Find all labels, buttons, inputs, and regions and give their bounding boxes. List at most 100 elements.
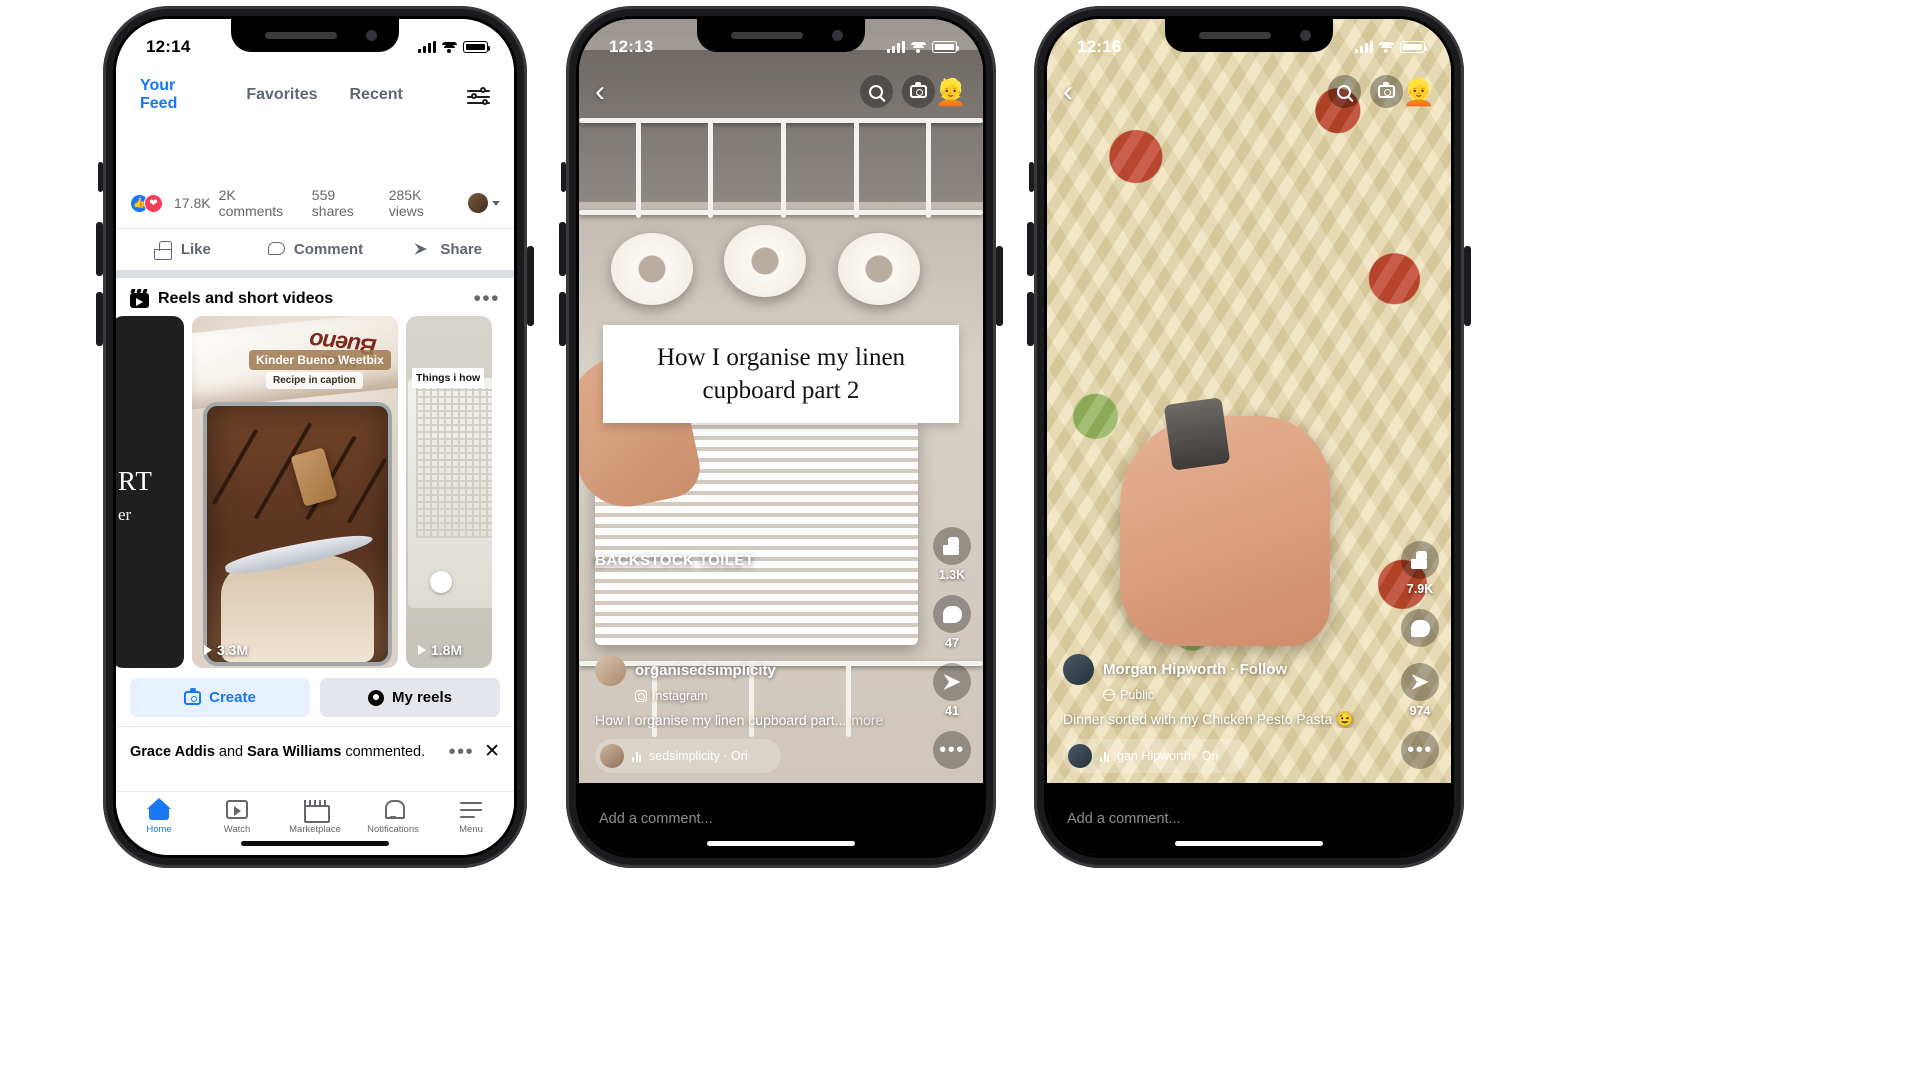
notice-name-1: Grace Addis — [130, 743, 215, 760]
tab-your-feed[interactable]: Your Feed — [140, 77, 214, 117]
avatar — [468, 193, 488, 213]
reel-audio-chip[interactable]: sedsimplicity · Ori — [595, 739, 781, 773]
my-reels-label: My reels — [391, 689, 453, 706]
reel-comment-button[interactable] — [1401, 609, 1439, 650]
reel-info-block: organisedsimplicity Instagram How I orga… — [579, 655, 917, 773]
reels-overflow-button[interactable]: ••• — [473, 288, 500, 309]
reel-share-button[interactable]: 974 — [1401, 663, 1439, 718]
nav-item-notifications[interactable]: Notifications — [354, 798, 432, 835]
play-icon — [418, 645, 426, 655]
reel-caption[interactable]: Dinner sorted with my Chicken Pesto Past… — [1063, 711, 1369, 728]
camera-button[interactable] — [901, 75, 935, 108]
watch-video-icon — [225, 798, 249, 821]
profile-avatar[interactable]: 👱 — [935, 79, 967, 105]
search-button[interactable] — [1327, 75, 1361, 108]
audio-avatar — [1068, 744, 1092, 768]
more-options-icon: ••• — [939, 739, 965, 761]
comment-notice-banner[interactable]: Grace Addis and Sara Williams commented.… — [116, 726, 514, 776]
reel-author-name[interactable]: Morgan Hipworth · Follow — [1103, 661, 1287, 678]
notice-conjunction: and — [214, 743, 248, 760]
nav-item-menu[interactable]: Menu — [432, 798, 510, 835]
reaction-count[interactable]: 17.8K — [174, 195, 211, 211]
reel-author-name[interactable]: organisedsimplicity — [635, 662, 776, 679]
tab-recent[interactable]: Recent — [349, 86, 402, 108]
home-icon — [147, 798, 171, 821]
nav-item-watch[interactable]: Watch — [198, 798, 276, 835]
reel-overlay-line1: RT — [118, 466, 153, 496]
view-count[interactable]: 285K views — [389, 187, 460, 219]
home-indicator — [707, 841, 855, 846]
user-circle-icon — [367, 689, 384, 706]
phone1-power-button[interactable] — [527, 246, 534, 326]
facebook-feed: Your Feed Favorites Recent 👍 ❤ 17.8K 2K … — [116, 19, 514, 855]
nav-item-marketplace[interactable]: Marketplace — [276, 798, 354, 835]
phone1-screen: 12:14 Your Feed Favorites Recent 👍 ❤ 17.… — [116, 19, 514, 855]
nav-label: Marketplace — [289, 824, 341, 835]
comment-count[interactable]: 2K comments — [219, 187, 304, 219]
reel-more-button[interactable]: ••• — [1401, 731, 1439, 769]
like-button[interactable]: Like — [116, 229, 249, 270]
avatar[interactable] — [595, 655, 626, 686]
audio-title: gan Hipworth · Ori — [1117, 749, 1219, 763]
phone3-volume-down[interactable] — [1027, 292, 1034, 346]
reels-section-header: Reels and short videos ••• — [116, 278, 514, 316]
reel-like-button[interactable]: 7.9K — [1401, 541, 1439, 596]
nav-item-home[interactable]: Home — [120, 798, 198, 835]
reel-info-block: Morgan Hipworth · Follow Public Dinner s… — [1047, 654, 1385, 773]
camera-button[interactable] — [1369, 75, 1403, 108]
play-icon — [204, 645, 212, 655]
phone-device-1: 12:14 Your Feed Favorites Recent 👍 ❤ 17.… — [103, 6, 527, 868]
close-icon[interactable]: ✕ — [484, 740, 500, 763]
phone3-power-button[interactable] — [1464, 246, 1471, 326]
post-media-area — [116, 117, 514, 183]
sliders-icon[interactable] — [466, 85, 490, 109]
share-count: 974 — [1409, 704, 1431, 718]
like-count: 1.3K — [938, 568, 966, 582]
avatar[interactable] — [1063, 654, 1094, 685]
reel-action-rail: 7.9K 974 ••• — [1401, 541, 1439, 769]
search-button[interactable] — [859, 75, 893, 108]
home-indicator — [1175, 841, 1323, 846]
caption-more-link[interactable]: more — [851, 712, 883, 728]
chevron-down-icon[interactable] — [492, 200, 500, 206]
love-reaction-icon: ❤ — [144, 193, 163, 213]
create-reel-button[interactable]: Create — [130, 678, 310, 717]
post-engagement-row: 👍 ❤ 17.8K 2K comments 559 shares 285K vi… — [116, 183, 514, 228]
phone2-power-button[interactable] — [996, 246, 1003, 326]
reel-caption[interactable]: How I organise my linen cupboard part...… — [595, 712, 901, 728]
reels-carousel[interactable]: RT er Bueno kinder — [116, 316, 514, 668]
reel-card[interactable]: Bueno kinder — [192, 316, 398, 668]
phone1-volume-up[interactable] — [96, 222, 103, 276]
reel-audio-chip[interactable]: gan Hipworth · Ori — [1063, 739, 1249, 773]
share-button[interactable]: Share — [381, 229, 514, 270]
reel-more-button[interactable]: ••• — [933, 731, 971, 769]
audio-avatar — [600, 744, 624, 768]
reel-comment-button[interactable]: 47 — [933, 595, 971, 650]
phone2-volume-up[interactable] — [559, 222, 566, 276]
back-button[interactable]: ‹ — [595, 76, 605, 107]
phone1-volume-down[interactable] — [96, 292, 103, 346]
profile-avatar[interactable]: 👱 — [1403, 79, 1435, 105]
reel-label-overlay: BACKSTOCK TOILET — [595, 552, 755, 570]
phone2-volume-down[interactable] — [559, 292, 566, 346]
reel-card[interactable]: Things i how 1.8M — [406, 316, 492, 668]
comment-count: 47 — [945, 636, 959, 650]
tab-favorites[interactable]: Favorites — [246, 86, 317, 108]
share-count: 41 — [945, 704, 959, 718]
comment-button[interactable]: Comment — [249, 229, 382, 270]
share-count[interactable]: 559 shares — [312, 187, 381, 219]
reel-share-button[interactable]: 41 — [933, 663, 971, 718]
phone-device-2: 12:13 How I organise my linen cupboard p… — [566, 6, 996, 868]
comment-label: Comment — [293, 241, 364, 258]
notice-overflow-button[interactable]: ••• — [449, 742, 475, 762]
reel-viewer-3: ‹ 👱 7.9K 974 ••• Morgan Hipworth · Follo… — [1047, 19, 1451, 855]
reel-card[interactable]: RT er — [116, 316, 184, 668]
my-reels-button[interactable]: My reels — [320, 678, 500, 717]
phone3-volume-up[interactable] — [1027, 222, 1034, 276]
phone1-notch — [231, 19, 399, 52]
back-button[interactable]: ‹ — [1063, 76, 1073, 107]
notice-text: Grace Addis and Sara Williams commented. — [130, 744, 439, 760]
reaction-icons[interactable]: 👍 ❤ — [130, 193, 163, 213]
reel-like-button[interactable]: 1.3K — [933, 527, 971, 582]
reel-view-count: 1.8M — [418, 642, 462, 658]
